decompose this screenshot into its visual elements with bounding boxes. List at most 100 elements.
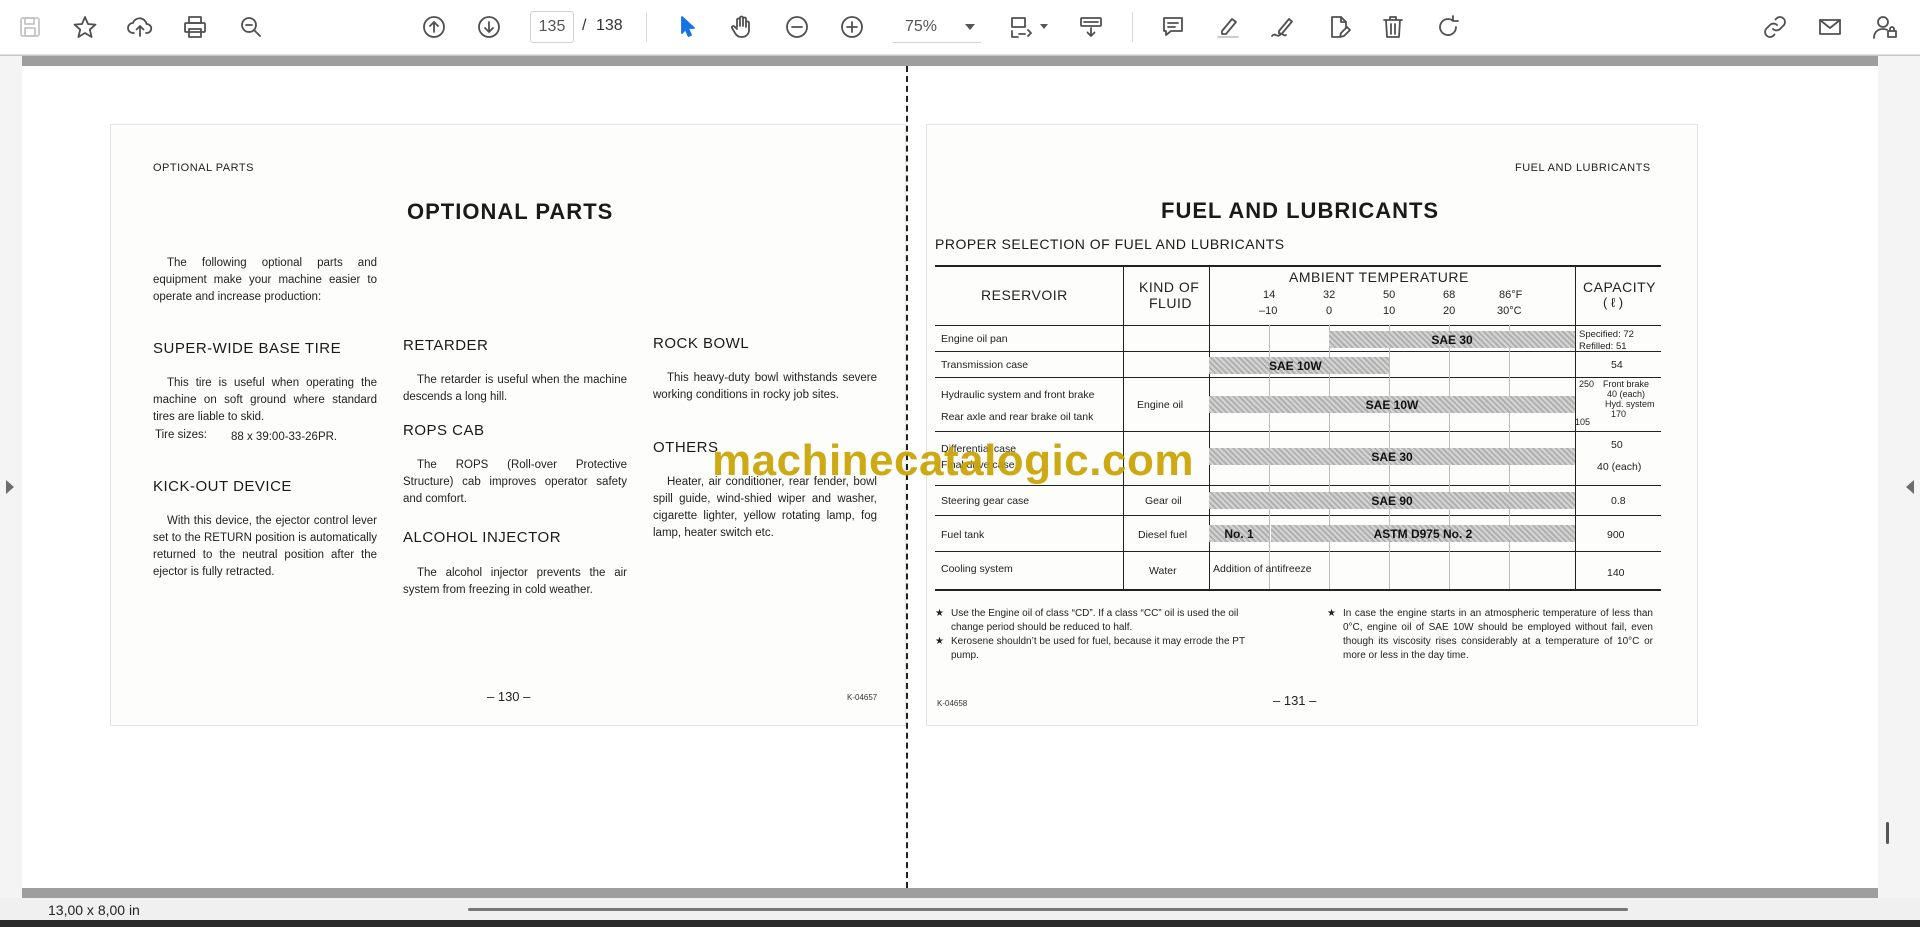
header-capacity: CAPACITY — [1583, 279, 1656, 295]
account-lock-icon[interactable] — [1866, 8, 1904, 46]
temp-f: 68 — [1443, 289, 1456, 301]
table-border — [935, 377, 1661, 378]
print-icon[interactable] — [176, 8, 214, 46]
previous-page-icon[interactable] — [415, 8, 453, 46]
select-cursor-icon[interactable] — [668, 8, 706, 46]
edit-document-icon[interactable] — [1319, 8, 1357, 46]
note-star-icon: ★ — [1327, 608, 1336, 619]
header-fluid: KIND OF — [1139, 279, 1200, 295]
chevron-down-icon[interactable] — [1040, 24, 1048, 29]
temp-f: 86°F — [1499, 289, 1523, 301]
capacity-value: Front brake — [1603, 379, 1650, 389]
page-size-label: 13,00 x 8,00 in — [48, 902, 140, 918]
toolbar-divider — [1132, 12, 1133, 42]
table-border — [935, 431, 1661, 432]
section-text: This heavy-duty bowl withstands severe w… — [653, 372, 877, 401]
tire-sizes-value: 88 x 39:00-33-26PR. — [231, 431, 338, 443]
reservoir-name: Hydraulic system and front brake — [941, 389, 1095, 401]
section-text: With this device, the ejector control le… — [153, 515, 377, 578]
star-icon[interactable] — [66, 8, 104, 46]
email-icon[interactable] — [1811, 8, 1849, 46]
section-heading: ALCOHOL INJECTOR — [403, 529, 562, 546]
header-ambient-temperature: AMBIENT TEMPERATURE — [1289, 269, 1469, 285]
temp-c: 10 — [1383, 305, 1396, 317]
zoom-in-icon[interactable] — [833, 8, 871, 46]
section-text: The retarder is useful when the machine … — [403, 374, 627, 403]
intro-text: The following optional parts and equipme… — [153, 257, 377, 303]
highlight-pen-icon[interactable] — [1209, 8, 1247, 46]
note-star-icon: ★ — [935, 636, 944, 647]
fuel-grade-bar: No. 1 — [1209, 525, 1269, 542]
header-fluid: FLUID — [1149, 295, 1192, 311]
header-reservoir: RESERVOIR — [981, 287, 1068, 303]
capacity-value: 140 — [1607, 567, 1625, 579]
capacity-value: 40 (each) — [1597, 461, 1642, 473]
temp-c: 0 — [1326, 305, 1333, 317]
table-border — [1123, 265, 1124, 591]
left-panel-toggle[interactable] — [0, 56, 22, 900]
rotate-icon[interactable] — [1429, 8, 1467, 46]
reservoir-name: Fuel tank — [941, 529, 985, 541]
oil-grade-bar: SAE 10W — [1209, 396, 1575, 413]
next-page-icon[interactable] — [470, 8, 508, 46]
table-border — [935, 351, 1661, 352]
upload-cloud-icon[interactable] — [121, 8, 159, 46]
capacity-value: 50 — [1611, 439, 1623, 451]
oil-grade-bar: SAE 30 — [1209, 448, 1575, 465]
table-border — [935, 589, 1661, 591]
vertical-scrollbar[interactable] — [1886, 822, 1889, 844]
share-link-icon[interactable] — [1756, 8, 1794, 46]
scroll-mode-icon[interactable] — [1072, 8, 1110, 46]
page-title: OPTIONAL PARTS — [407, 199, 614, 224]
comment-icon[interactable] — [1154, 8, 1192, 46]
draw-signature-icon[interactable] — [1264, 8, 1302, 46]
delete-trash-icon[interactable] — [1374, 8, 1412, 46]
zoom-select[interactable]: 75% — [893, 11, 981, 43]
section-heading: ROPS CAB — [403, 422, 485, 439]
right-panel-toggle[interactable] — [1878, 56, 1920, 900]
figure-code: K-04657 — [847, 693, 878, 702]
capacity-value: 40 (each) — [1607, 389, 1646, 399]
temp-c: –10 — [1259, 305, 1278, 317]
capacity-value: 54 — [1611, 359, 1623, 371]
horizontal-scrollbar[interactable] — [468, 908, 1628, 911]
table-border — [935, 551, 1661, 552]
section-text: The alcohol injector prevents the air sy… — [403, 567, 627, 596]
table-border — [1209, 265, 1210, 591]
table-border — [935, 325, 1661, 326]
fuel-lubricants-table: RESERVOIR KIND OF FLUID AMBIENT TEMPERAT… — [935, 265, 1661, 591]
right-panel-arrow-icon[interactable] — [1906, 480, 1914, 494]
capacity-value: Specified: 72 — [1579, 329, 1634, 340]
temp-f: 32 — [1323, 289, 1336, 301]
zoom-out-icon[interactable] — [778, 8, 816, 46]
header-capacity-unit: ( ℓ ) — [1603, 295, 1624, 310]
section-text: This tire is useful when operating the m… — [153, 377, 377, 423]
page-number-input[interactable]: 135 — [530, 11, 574, 43]
reservoir-name: Transmission case — [941, 359, 1029, 371]
page-separator: / — [582, 17, 587, 34]
page-131: FUEL AND LUBRICANTS FUEL AND LUBRICANTS … — [926, 124, 1698, 726]
hand-tool-icon[interactable] — [723, 8, 761, 46]
section-heading: KICK-OUT DEVICE — [153, 478, 292, 495]
reservoir-name: Engine oil pan — [941, 333, 1008, 345]
fit-page-icon[interactable] — [1002, 8, 1040, 46]
temp-f: 14 — [1263, 289, 1276, 301]
temp-f: 50 — [1383, 289, 1396, 301]
left-panel-arrow-icon[interactable] — [6, 480, 14, 494]
save-icon[interactable] — [11, 8, 49, 46]
running-header: OPTIONAL PARTS — [153, 162, 254, 174]
table-border — [935, 515, 1661, 516]
note-text: In case the engine starts in an atmosphe… — [1343, 608, 1653, 661]
page-title: FUEL AND LUBRICANTS — [1161, 198, 1440, 223]
chevron-down-icon — [965, 24, 975, 30]
page-number: – 131 – — [1273, 693, 1317, 708]
figure-code: K-04658 — [937, 699, 968, 708]
capacity-value: Refilled: 51 — [1579, 341, 1627, 352]
oil-grade-bar: SAE 30 — [1329, 331, 1575, 348]
viewer-bottom-border — [22, 888, 1878, 898]
fluid-kind: Diesel fuel — [1138, 529, 1188, 541]
section-heading: ROCK BOWL — [653, 335, 750, 352]
section-heading: RETARDER — [403, 337, 489, 354]
oil-grade-bar: SAE 10W — [1209, 357, 1389, 374]
zoom-search-icon[interactable] — [232, 8, 270, 46]
